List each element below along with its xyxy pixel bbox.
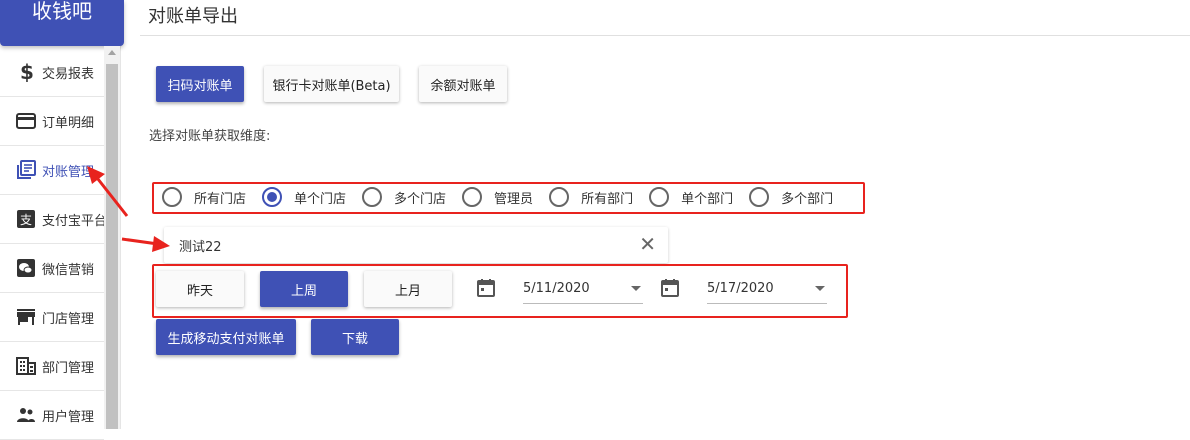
radio-label: 多个门店 <box>394 191 447 207</box>
chevron-down-icon[interactable] <box>631 286 641 291</box>
generate-statement-button[interactable]: 生成移动支付对账单 <box>156 319 296 355</box>
tab-scan-statement[interactable]: 扫码对账单 <box>156 66 244 102</box>
alipay-icon: 支 <box>16 209 36 229</box>
radio-all-stores[interactable]: 所有门店 <box>162 187 246 207</box>
sidebar-item-user-management[interactable]: 用户管理 <box>0 391 104 440</box>
title-divider <box>140 35 1190 36</box>
people-icon <box>16 405 36 425</box>
radio-all-departments[interactable]: 所有部门 <box>549 187 633 207</box>
radio-circle[interactable] <box>162 187 182 207</box>
sidebar-item-label: 部门管理 <box>42 360 95 376</box>
start-date-input[interactable]: 5/11/2020 <box>523 274 643 304</box>
radio-circle[interactable] <box>549 187 570 207</box>
sidebar-item-reconciliation[interactable]: 对账管理 <box>0 146 104 195</box>
chevron-down-icon[interactable] <box>815 286 825 291</box>
sidebar-item-label: 微信营销 <box>42 262 95 278</box>
radio-label: 单个门店 <box>294 191 347 207</box>
sidebar-item-label: 门店管理 <box>42 311 95 327</box>
radio-circle[interactable] <box>462 187 483 207</box>
radio-admin[interactable]: 管理员 <box>462 187 533 207</box>
sidebar-item-wechat-marketing[interactable]: 微信营销 <box>0 244 104 293</box>
sidebar: 收钱吧 $ 交易报表 订单明细 对账管理 支 支付宝平台 微信营销 门店管理 部… <box>0 0 124 440</box>
selected-store: 测试22 <box>179 240 222 255</box>
sidebar-item-label: 交易报表 <box>42 66 95 82</box>
radio-label: 管理员 <box>494 191 534 207</box>
sidebar-item-label: 支付宝平台 <box>42 213 104 229</box>
building-icon <box>16 356 36 376</box>
radio-single-store[interactable]: 单个门店 <box>262 187 346 207</box>
download-button[interactable]: 下载 <box>311 319 399 355</box>
svg-text:支: 支 <box>20 213 32 227</box>
store-icon <box>16 307 36 327</box>
radio-label: 单个部门 <box>681 191 734 207</box>
credit-card-icon <box>16 111 36 131</box>
sidebar-item-alipay-platform[interactable]: 支 支付宝平台 <box>0 195 104 244</box>
brand-logo: 收钱吧 <box>0 0 124 46</box>
library-books-icon <box>16 160 36 180</box>
scroll-up-arrow-icon[interactable] <box>108 50 116 55</box>
radio-label: 所有门店 <box>194 191 247 207</box>
end-date-value: 5/17/2020 <box>707 281 774 296</box>
range-yesterday-button[interactable]: 昨天 <box>156 271 244 307</box>
dimension-radio-group: 所有门店 单个门店 多个门店 管理员 所有部门 单个部门 多个部门 <box>162 187 849 207</box>
radio-circle[interactable] <box>262 187 283 207</box>
sidebar-menu: $ 交易报表 订单明细 对账管理 支 支付宝平台 微信营销 门店管理 部门管理 <box>0 48 104 440</box>
range-last-week-button[interactable]: 上周 <box>260 271 348 307</box>
radio-single-department[interactable]: 单个部门 <box>649 187 733 207</box>
radio-multiple-departments[interactable]: 多个部门 <box>749 187 833 207</box>
brand-text: 收钱吧 <box>32 0 92 23</box>
radio-circle[interactable] <box>749 187 770 207</box>
calendar-icon[interactable] <box>660 278 680 298</box>
page-title: 对账单导出 <box>148 6 238 27</box>
svg-text:$: $ <box>20 62 33 82</box>
sidebar-item-label: 用户管理 <box>42 409 95 425</box>
wechat-icon <box>16 258 36 278</box>
dollar-icon: $ <box>16 62 36 82</box>
calendar-icon[interactable] <box>476 278 496 298</box>
range-last-month-button[interactable]: 上月 <box>364 271 452 307</box>
store-select-field[interactable]: 测试22 ✕ <box>164 227 668 263</box>
radio-circle[interactable] <box>649 187 670 207</box>
sidebar-item-order-detail[interactable]: 订单明细 <box>0 97 104 146</box>
sidebar-item-label: 对账管理 <box>42 164 95 180</box>
tab-bank-card-statement[interactable]: 银行卡对账单(Beta) <box>264 66 399 102</box>
radio-multiple-stores[interactable]: 多个门店 <box>362 187 446 207</box>
tab-balance-statement[interactable]: 余额对账单 <box>419 66 507 102</box>
radio-label: 所有部门 <box>581 191 634 207</box>
sidebar-item-transaction-report[interactable]: $ 交易报表 <box>0 48 104 97</box>
close-icon[interactable]: ✕ <box>639 234 656 254</box>
radio-label: 多个部门 <box>781 191 834 207</box>
sidebar-scrollbar[interactable] <box>104 46 120 429</box>
end-date-input[interactable]: 5/17/2020 <box>707 274 827 304</box>
dimension-label: 选择对账单获取维度: <box>149 129 271 144</box>
scrollbar-thumb[interactable] <box>106 64 118 429</box>
sidebar-item-label: 订单明细 <box>42 115 95 131</box>
radio-circle[interactable] <box>362 187 383 207</box>
start-date-value: 5/11/2020 <box>523 281 590 296</box>
sidebar-item-store-management[interactable]: 门店管理 <box>0 293 104 342</box>
sidebar-item-department-management[interactable]: 部门管理 <box>0 342 104 391</box>
main-content: 对账单导出 扫码对账单 银行卡对账单(Beta) 余额对账单 选择对账单获取维度… <box>140 0 1190 429</box>
